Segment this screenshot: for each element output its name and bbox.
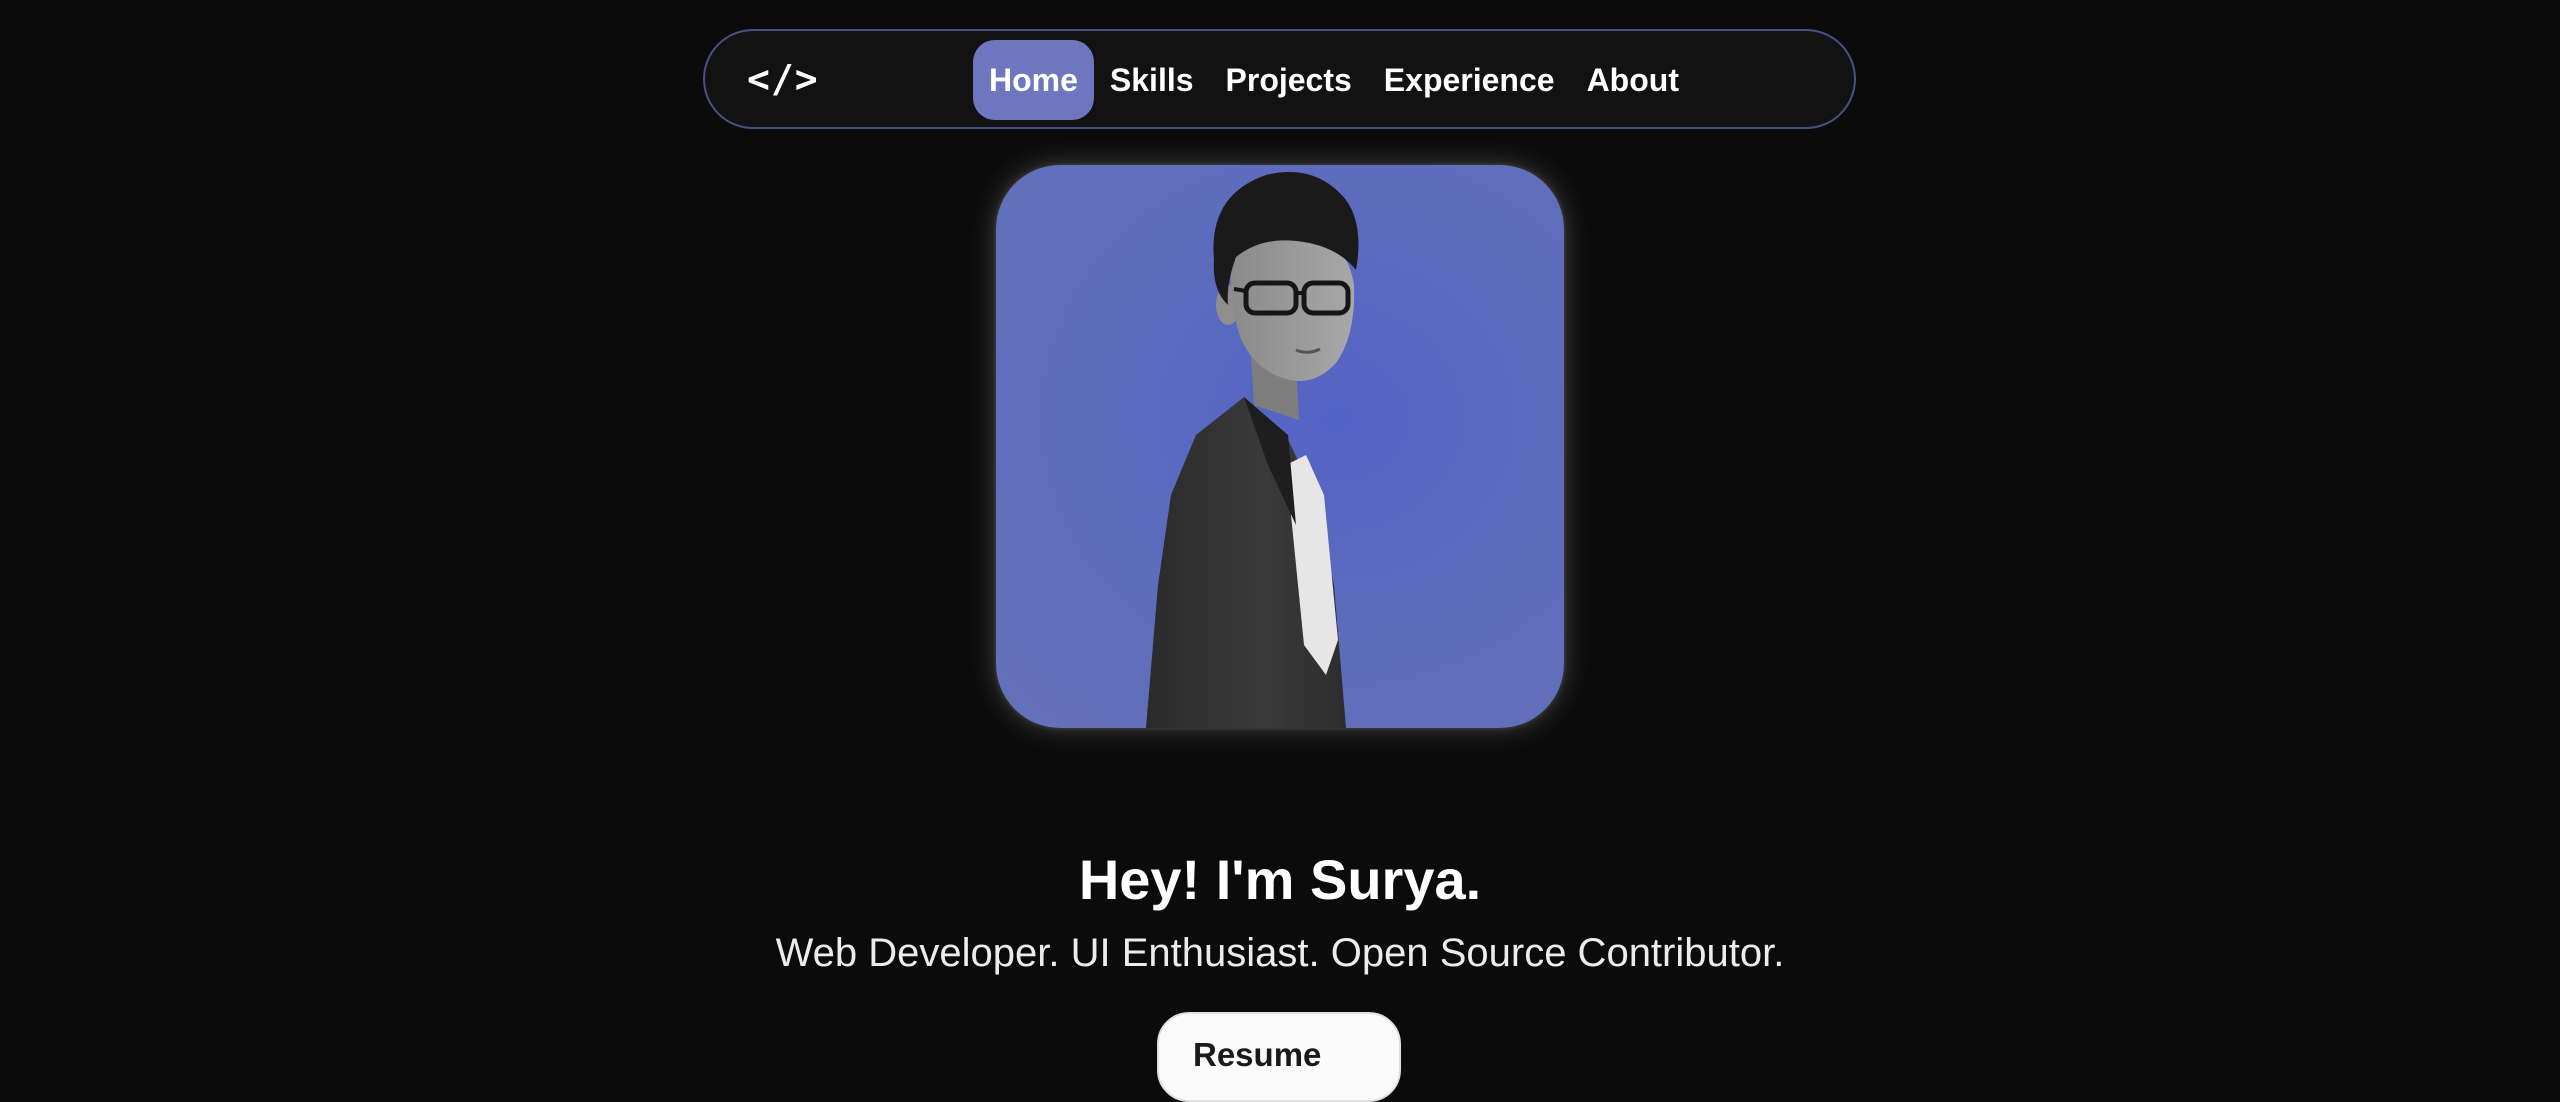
logo-code-icon[interactable]: </> xyxy=(747,31,819,127)
hero-title: Hey! I'm Surya. xyxy=(1078,848,1482,911)
profile-person-illustration xyxy=(1146,172,1359,728)
nav-link-projects[interactable]: Projects xyxy=(1210,40,1368,120)
hero-subtitle: Web Developer. UI Enthusiast. Open Sourc… xyxy=(775,931,1785,975)
nav-link-skills[interactable]: Skills xyxy=(1094,40,1210,120)
resume-button[interactable]: Resume xyxy=(1157,1012,1401,1102)
nav-link-experience[interactable]: Experience xyxy=(1368,40,1571,120)
profile-photo xyxy=(996,165,1564,728)
nav-links: Home Skills Projects Experience About xyxy=(973,40,1695,120)
nav-link-home[interactable]: Home xyxy=(973,40,1094,120)
navbar: </> Home Skills Projects Experience Abou… xyxy=(703,29,1856,129)
nav-link-about[interactable]: About xyxy=(1571,40,1695,120)
